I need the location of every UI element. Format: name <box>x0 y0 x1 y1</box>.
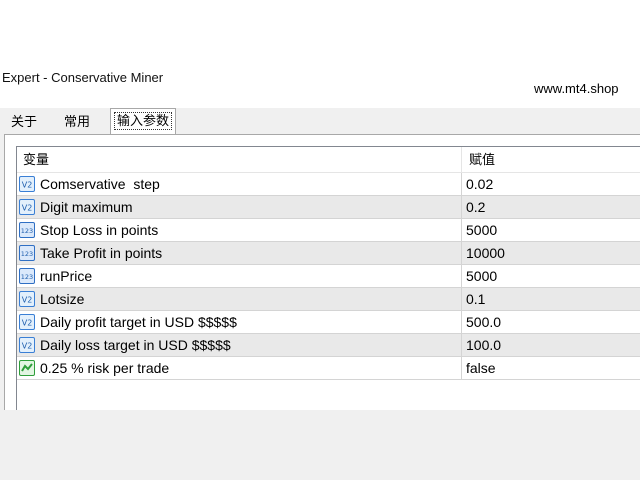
cell-divider <box>461 196 462 219</box>
param-name: Comservative step <box>40 176 160 192</box>
cell-divider <box>461 357 462 380</box>
param-name: Daily loss target in USD $$$$$ <box>40 337 231 353</box>
param-name: Daily profit target in USD $$$$$ <box>40 314 237 330</box>
table-row[interactable]: 123 Stop Loss in points 5000 <box>17 219 640 242</box>
table-row[interactable]: V2 Digit maximum 0.2 <box>17 196 640 219</box>
integer-value-icon: 123 <box>19 245 35 261</box>
column-divider[interactable] <box>461 147 462 172</box>
param-name: Take Profit in points <box>40 245 163 261</box>
double-value-icon: V2 <box>19 199 35 215</box>
column-header-value[interactable]: 赋值 <box>469 151 495 168</box>
double-value-icon: V2 <box>19 314 35 330</box>
svg-text:V2: V2 <box>22 319 33 328</box>
param-value[interactable]: 5000 <box>466 265 497 288</box>
param-name: 0.25 % risk per trade <box>40 360 170 376</box>
tab-input-parameters[interactable]: 输入参数 <box>110 108 176 134</box>
svg-text:123: 123 <box>21 227 33 235</box>
boolean-value-icon <box>19 360 35 376</box>
table-row[interactable]: V2 Lotsize 0.1 <box>17 288 640 311</box>
watermark-text: www.mt4.shop <box>534 81 619 96</box>
param-value[interactable]: 5000 <box>466 219 497 242</box>
cell-divider <box>461 311 462 334</box>
param-name: Stop Loss in points <box>40 222 159 238</box>
param-name: Lotsize <box>40 291 85 307</box>
param-value[interactable]: 0.02 <box>466 173 493 196</box>
param-value[interactable]: 500.0 <box>466 311 501 334</box>
svg-text:123: 123 <box>21 273 33 281</box>
svg-text:123: 123 <box>21 250 33 258</box>
cell-divider <box>461 334 462 357</box>
svg-text:V2: V2 <box>22 342 33 351</box>
param-value[interactable]: 10000 <box>466 242 505 265</box>
window-header: Expert - Conservative Miner www.mt4.shop <box>0 0 640 100</box>
window-title: Expert - Conservative Miner <box>2 70 164 85</box>
column-header-variable[interactable]: 变量 <box>23 151 49 168</box>
table-row[interactable]: 0.25 % risk per trade false <box>17 357 640 380</box>
cell-divider <box>461 288 462 311</box>
cell-divider <box>461 173 462 196</box>
double-value-icon: V2 <box>19 337 35 353</box>
svg-text:V2: V2 <box>22 296 33 305</box>
table-row[interactable]: 123 runPrice 5000 <box>17 265 640 288</box>
double-value-icon: V2 <box>19 291 35 307</box>
param-value[interactable]: 100.0 <box>466 334 501 357</box>
table-header: 变量 赋值 <box>17 147 640 173</box>
param-name: Digit maximum <box>40 199 133 215</box>
cell-divider <box>461 219 462 242</box>
double-value-icon: V2 <box>19 176 35 192</box>
table-row[interactable]: V2 Daily profit target in USD $$$$$ 500.… <box>17 311 640 334</box>
parameters-table: 变量 赋值 V2 Comservative step 0.02 V2 Digit… <box>16 146 640 410</box>
param-name: runPrice <box>40 268 93 284</box>
svg-text:V2: V2 <box>22 181 33 190</box>
cell-divider <box>461 265 462 288</box>
svg-text:V2: V2 <box>22 204 33 213</box>
cell-divider <box>461 242 462 265</box>
table-row[interactable]: V2 Daily loss target in USD $$$$$ 100.0 <box>17 334 640 357</box>
table-row[interactable]: 123 Take Profit in points 10000 <box>17 242 640 265</box>
param-value[interactable]: 0.2 <box>466 196 485 219</box>
table-row[interactable]: V2 Comservative step 0.02 <box>17 173 640 196</box>
tab-common[interactable]: 常用 <box>56 111 98 133</box>
tab-input-parameters-label: 输入参数 <box>113 112 172 130</box>
tab-bar: 关于 常用 输入参数 <box>0 108 640 135</box>
tab-about[interactable]: 关于 <box>4 111 44 133</box>
param-value[interactable]: 0.1 <box>466 288 485 311</box>
integer-value-icon: 123 <box>19 222 35 238</box>
integer-value-icon: 123 <box>19 268 35 284</box>
param-value[interactable]: false <box>466 357 496 380</box>
